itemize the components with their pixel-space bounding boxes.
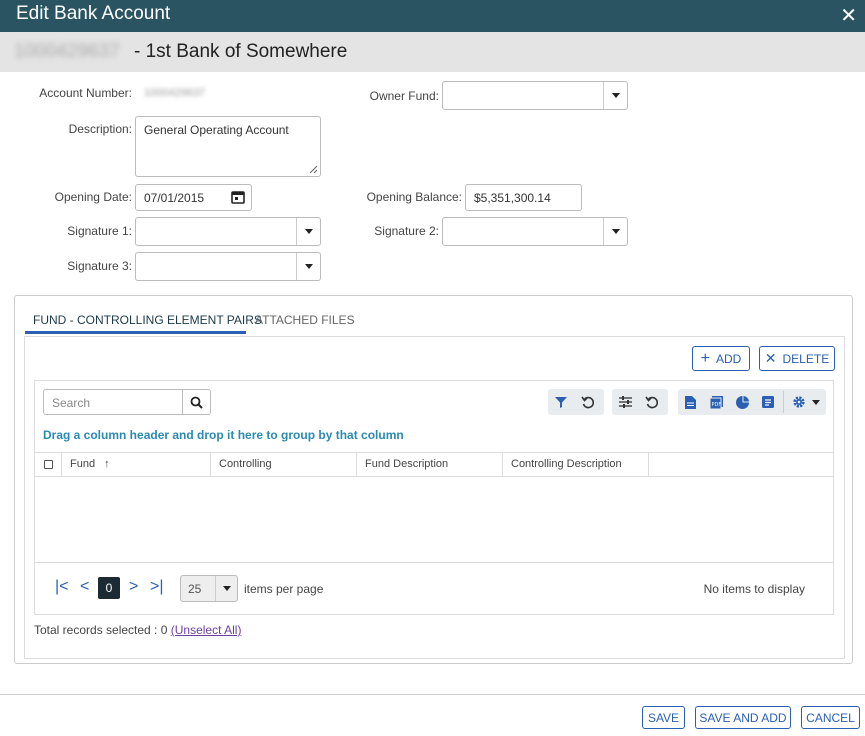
chevron-down-icon[interactable]: [603, 218, 627, 245]
tab-content: + ADD ✕ DELETE Search PDF Drag a column …: [24, 336, 845, 659]
data-grid: Search PDF Drag a column header and drop…: [34, 380, 834, 615]
chevron-down-icon[interactable]: [215, 576, 237, 601]
selection-total-text: Total records selected : 0: [34, 623, 168, 637]
column-header-fund[interactable]: Fund ↑: [62, 453, 211, 476]
chevron-down-icon[interactable]: [296, 218, 320, 245]
add-button-label: ADD: [716, 351, 742, 366]
gear-icon[interactable]: [786, 389, 826, 415]
search-icon[interactable]: [182, 390, 210, 414]
bank-name: - 1st Bank of Somewhere: [134, 41, 348, 62]
pdf-icon[interactable]: PDF: [704, 389, 730, 415]
description-value: General Operating Account: [144, 123, 289, 137]
current-page[interactable]: 0: [98, 577, 120, 599]
delete-button-label: DELETE: [782, 351, 830, 366]
column-header-fund-label: Fund: [70, 458, 96, 470]
page-size-value: 25: [188, 582, 202, 596]
opening-balance-label: Opening Balance:: [366, 190, 462, 204]
signature2-label: Signature 2:: [374, 224, 439, 238]
footer-divider: [0, 694, 865, 695]
filter-toolgroup: [548, 389, 604, 415]
opening-balance-field[interactable]: $5,351,300.14: [465, 184, 582, 211]
group-by-hint: Drag a column header and drop it here to…: [43, 428, 404, 442]
sort-asc-icon: ↑: [104, 458, 110, 470]
search-box[interactable]: Search: [43, 389, 211, 415]
pie-chart-icon[interactable]: [730, 389, 756, 415]
prev-page-icon[interactable]: <: [80, 578, 89, 596]
page-size-select[interactable]: 25: [180, 575, 238, 602]
pager: |< < 0 > >| 25 items per page No items t…: [35, 562, 833, 614]
tab-attached-files[interactable]: ATTACHED FILES: [255, 313, 355, 327]
tab-panel: FUND - CONTROLLING ELEMENT PAIRS ATTACHE…: [14, 295, 853, 664]
signature1-select[interactable]: [135, 217, 321, 246]
account-header: 1000429637 - 1st Bank of Somewhere: [0, 32, 865, 72]
sliders-icon[interactable]: [612, 389, 638, 415]
save-and-add-button-label: SAVE AND ADD: [699, 710, 787, 725]
signature1-label: Signature 1:: [67, 224, 132, 238]
select-all-cell: [35, 453, 62, 476]
resize-handle-icon[interactable]: [309, 165, 317, 173]
columns-toolgroup: [612, 389, 668, 415]
save-and-add-button[interactable]: SAVE AND ADD: [695, 706, 791, 729]
svg-text:PDF: PDF: [712, 402, 722, 408]
no-items-text: No items to display: [703, 582, 805, 596]
filter-icon[interactable]: [548, 389, 574, 415]
active-tab-indicator: [25, 331, 246, 334]
dialog-titlebar: Edit Bank Account ✕: [0, 0, 865, 32]
last-page-icon[interactable]: >|: [150, 578, 164, 596]
opening-date-value: 07/01/2015: [144, 191, 205, 205]
close-icon[interactable]: ✕: [840, 3, 857, 28]
cancel-button-label: CANCEL: [806, 710, 855, 725]
reset-columns-icon[interactable]: [638, 389, 664, 415]
column-header-controlling[interactable]: Controlling: [211, 453, 357, 476]
chevron-down-icon: [812, 399, 821, 405]
next-page-icon[interactable]: >: [129, 578, 138, 596]
tab-fund-controlling[interactable]: FUND - CONTROLLING ELEMENT PAIRS: [33, 313, 262, 327]
x-icon: ✕: [764, 350, 777, 366]
account-number-masked: 1000429637: [14, 41, 120, 62]
owner-fund-label: Owner Fund:: [369, 89, 439, 103]
signature3-label: Signature 3:: [67, 259, 132, 273]
add-button[interactable]: + ADD: [692, 346, 750, 371]
opening-balance-value: $5,351,300.14: [474, 191, 551, 205]
file-icon[interactable]: [678, 389, 704, 415]
description-textarea[interactable]: General Operating Account: [135, 116, 321, 177]
select-all-checkbox[interactable]: [44, 460, 53, 469]
table-header: Fund ↑ Controlling Fund Description Cont…: [35, 452, 833, 477]
toolbar-divider: [783, 391, 785, 413]
save-button[interactable]: SAVE: [642, 706, 685, 729]
cancel-button[interactable]: CANCEL: [801, 706, 860, 729]
opening-date-field[interactable]: 07/01/2015: [135, 184, 252, 211]
signature2-select[interactable]: [442, 217, 628, 246]
account-number-label: Account Number:: [39, 86, 132, 100]
calendar-icon[interactable]: [231, 190, 245, 207]
column-header-fund-description[interactable]: Fund Description: [357, 453, 503, 476]
search-placeholder: Search: [52, 396, 91, 410]
dialog-title: Edit Bank Account: [16, 3, 171, 24]
column-header-controlling-description[interactable]: Controlling Description: [503, 453, 649, 476]
plus-icon: +: [700, 349, 710, 367]
items-per-page-label: items per page: [244, 582, 324, 596]
selection-summary: Total records selected : 0 (Unselect All…: [34, 623, 241, 637]
chevron-down-icon[interactable]: [296, 253, 320, 280]
unselect-all-link[interactable]: (Unselect All): [171, 623, 242, 637]
description-label: Description:: [68, 122, 132, 136]
export-toolgroup: PDF: [678, 389, 826, 415]
reset-filter-icon[interactable]: [574, 389, 600, 415]
owner-fund-select[interactable]: [442, 81, 628, 110]
delete-button[interactable]: ✕ DELETE: [759, 346, 835, 371]
first-page-icon[interactable]: |<: [55, 578, 69, 596]
account-number-value: 1000429637: [144, 87, 206, 99]
save-button-label: SAVE: [647, 710, 680, 725]
opening-date-label: Opening Date:: [54, 190, 132, 204]
list-icon[interactable]: [755, 389, 781, 415]
signature3-select[interactable]: [135, 252, 321, 281]
chevron-down-icon[interactable]: [603, 82, 627, 109]
